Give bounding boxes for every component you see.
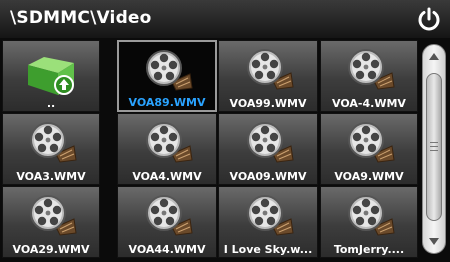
file-name-label: VOA29.WMV xyxy=(12,243,90,256)
film-reel-icon xyxy=(146,122,193,163)
file-name-label: VOA09.WMV xyxy=(229,170,307,183)
film-reel-icon xyxy=(30,122,77,163)
file-name-label: VOA89.WMV xyxy=(128,96,206,109)
video-file-tile[interactable]: VOA89.WMV xyxy=(117,40,217,112)
file-name-label: VOA44.WMV xyxy=(128,243,206,256)
file-name-label: VOA-4.WMV xyxy=(332,97,406,110)
film-reel-icon xyxy=(247,122,294,163)
film-reel-icon xyxy=(247,49,294,90)
film-reel-icon xyxy=(348,122,395,163)
parent-folder-tile[interactable]: .. xyxy=(2,40,100,112)
file-name-label: VOA3.WMV xyxy=(16,170,86,183)
power-icon[interactable] xyxy=(416,6,442,32)
film-reel-icon xyxy=(146,195,193,236)
video-file-tile[interactable]: VOA4.WMV xyxy=(117,113,217,185)
video-file-tile[interactable]: VOA09.WMV xyxy=(218,113,318,185)
video-file-tile[interactable]: VOA99.WMV xyxy=(218,40,318,112)
video-file-tile[interactable]: VOA3.WMV xyxy=(2,113,100,185)
video-file-tile[interactable]: VOA29.WMV xyxy=(2,186,100,258)
grip-line xyxy=(430,150,438,151)
film-reel-icon xyxy=(247,195,294,236)
film-reel-icon xyxy=(30,195,77,236)
file-name-label: .. xyxy=(46,97,56,110)
film-reel-icon xyxy=(348,195,395,236)
file-name-label: VOA9.WMV xyxy=(334,170,404,183)
folder-up-icon xyxy=(28,57,74,95)
folder-path-title: \SDMMC\Video xyxy=(10,8,152,28)
scroll-down-arrow-icon[interactable] xyxy=(429,238,439,245)
video-file-tile[interactable]: VOA44.WMV xyxy=(117,186,217,258)
video-file-tile[interactable]: I Love Sky.w... xyxy=(218,186,318,258)
film-reel-icon xyxy=(348,49,395,90)
file-grid: .. VOA89.WMV VOA99.WMV VOA-4.WMV VOA3.WMV VOA… xyxy=(0,38,420,262)
scroll-thumb[interactable] xyxy=(426,73,442,221)
vertical-scrollbar[interactable] xyxy=(422,44,446,254)
file-browser-window: \SDMMC\Video .. VOA89.WMV VOA99.WMV VOA-4.W… xyxy=(0,0,450,262)
file-name-label: VOA99.WMV xyxy=(229,97,307,110)
file-name-label: I Love Sky.w... xyxy=(223,243,313,256)
video-file-tile[interactable]: TomJerry.... xyxy=(320,186,418,258)
film-reel-icon xyxy=(146,50,193,91)
video-file-tile[interactable]: VOA-4.WMV xyxy=(320,40,418,112)
grip-line xyxy=(430,146,438,147)
file-name-label: VOA4.WMV xyxy=(132,170,202,183)
scroll-up-arrow-icon[interactable] xyxy=(429,53,439,60)
grip-line xyxy=(430,142,438,143)
file-name-label: TomJerry.... xyxy=(333,243,405,256)
title-bar: \SDMMC\Video xyxy=(0,0,450,38)
video-file-tile[interactable]: VOA9.WMV xyxy=(320,113,418,185)
